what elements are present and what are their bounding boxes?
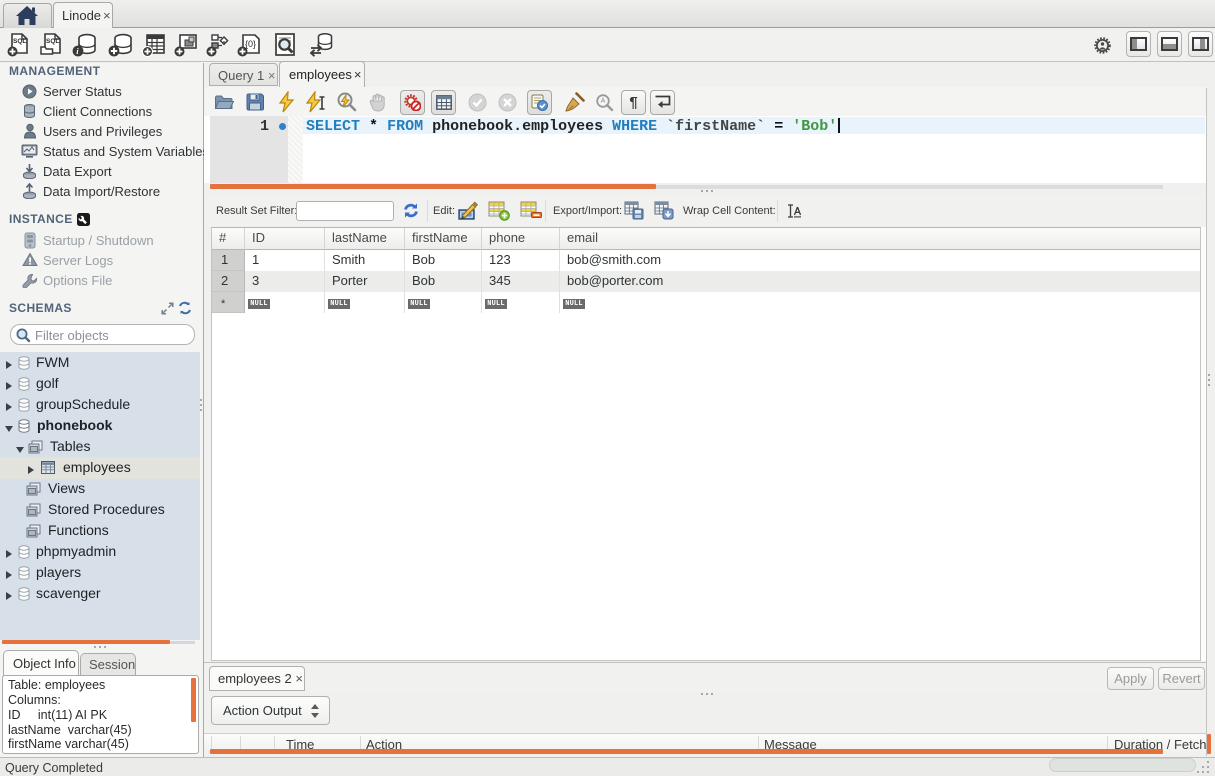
svg-text:SQL: SQL	[46, 38, 59, 45]
svg-text:{0}: {0}	[245, 39, 256, 49]
svg-text:SQL: SQL	[13, 38, 26, 45]
